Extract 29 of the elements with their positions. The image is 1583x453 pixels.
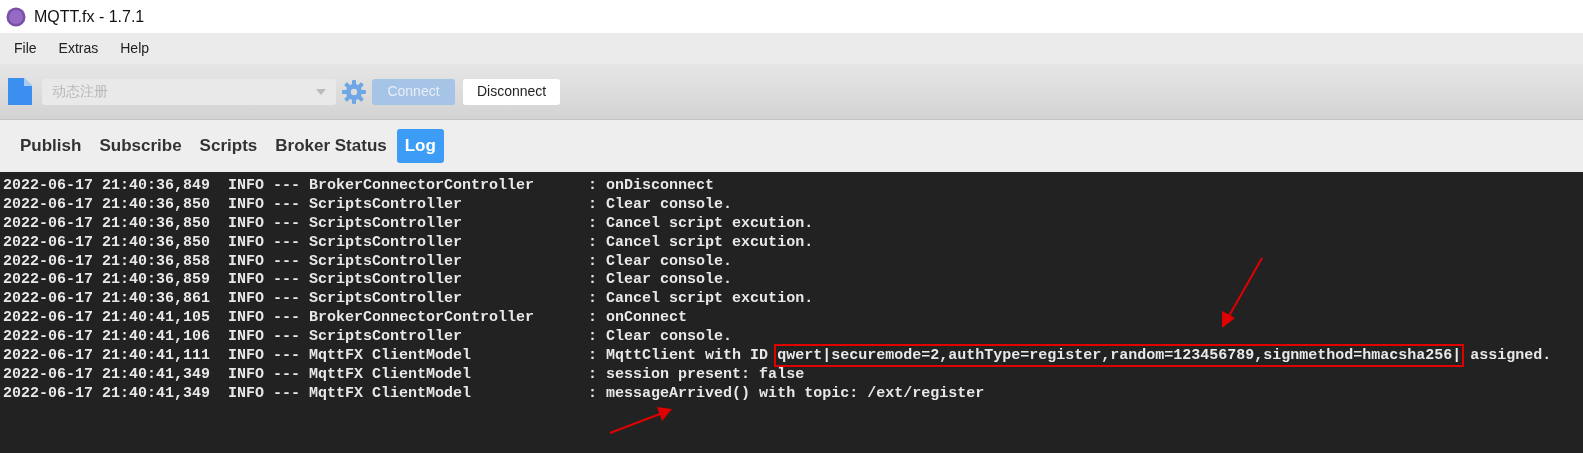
log-line: 2022-06-17 21:40:41,349 INFO --- MqttFX ClientModel : session present: false [3, 365, 806, 385]
log-line: 2022-06-17 21:40:36,850 INFO --- ScriptsController : Cancel script excution. [3, 214, 815, 234]
log-line: 2022-06-17 21:40:36,861 INFO --- ScriptsController : Cancel script excution. [3, 290, 815, 310]
annotation-arrow [609, 407, 672, 434]
tab[interactable]: Broker Status [267, 129, 395, 163]
app-logo-icon [6, 6, 26, 27]
log-line: 2022-06-17 21:40:36,849 INFO --- BrokerConnectorController : onDisconnect [3, 177, 716, 196]
disconnect-button[interactable]: Disconnect [463, 78, 561, 105]
log-line: 2022-06-17 21:40:41,106 INFO --- ScriptsController : Clear console. [3, 328, 734, 347]
log-line: 2022-06-17 21:40:41,105 INFO --- BrokerConnectorController : onConnect [3, 309, 689, 329]
log-line: 2022-06-17 21:40:36,850 INFO --- ScriptsController : Clear console. [3, 195, 734, 215]
highlighted-text: qwert|securemode=2,authType=register,random=123456789,signmethod=hmacsha256| [777, 347, 1462, 364]
window-title: MQTT.fx - 1.7.1 [34, 6, 145, 27]
caret-icon [316, 88, 326, 95]
log-line: 2022-06-17 21:40:36,859 INFO --- ScriptsController : Clear console. [3, 271, 734, 291]
log-line: 2022-06-17 21:40:41,111 INFO --- MqttFX ClientModel : MqttClient with ID [3, 347, 770, 364]
log-line: 2022-06-17 21:40:36,858 INFO --- ScriptsController : Clear console. [3, 252, 734, 272]
annotation-arrow [1222, 257, 1263, 328]
log-line: 2022-06-17 21:40:41,349 INFO --- MqttFX ClientModel : messageArrived() with topic: /ext/register [3, 384, 986, 404]
settings-icon[interactable] [342, 79, 366, 104]
log-line: assigned. [1469, 347, 1552, 364]
log-line: 2022-06-17 21:40:36,850 INFO --- ScriptsController : Cancel script excution. [3, 233, 815, 253]
tab[interactable]: Subscribe [91, 129, 190, 163]
menu-item[interactable]: File [14, 38, 37, 59]
file-icon [8, 78, 32, 105]
tab[interactable]: Publish [12, 129, 90, 163]
menu-item[interactable]: Help [120, 38, 150, 59]
tab[interactable]: Scripts [191, 129, 266, 163]
menu-item[interactable]: Extras [58, 38, 99, 59]
